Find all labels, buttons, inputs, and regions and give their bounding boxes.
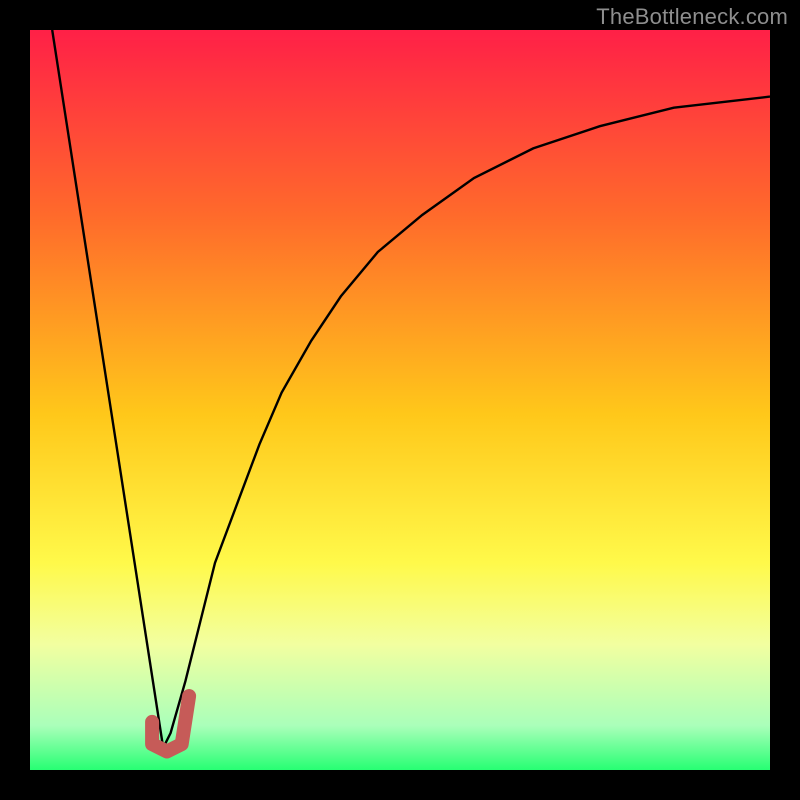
curve-left bbox=[52, 30, 163, 748]
watermark-text: TheBottleneck.com bbox=[596, 4, 788, 30]
plot-area bbox=[30, 30, 770, 770]
curve-right bbox=[163, 97, 770, 748]
curves-layer bbox=[30, 30, 770, 770]
chart-frame: TheBottleneck.com bbox=[0, 0, 800, 800]
